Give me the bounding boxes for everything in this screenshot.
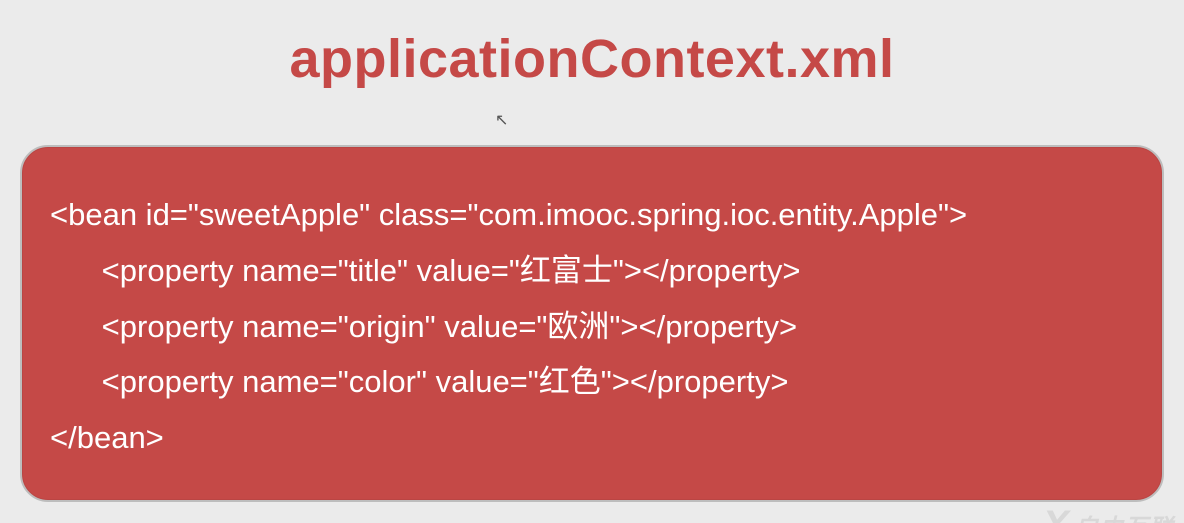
code-panel: <bean id="sweetApple" class="com.imooc.s… xyxy=(20,145,1164,502)
code-line-5: </bean> xyxy=(50,410,1134,466)
watermark-text: 自由互联 xyxy=(1074,508,1174,523)
watermark-x-icon: X xyxy=(1042,505,1070,523)
code-line-3: <property name="origin" value="欧洲"></pro… xyxy=(50,299,1134,355)
watermark: X 自由互联 @51CTO博客 xyxy=(1042,505,1174,523)
mouse-cursor-icon: ↖ xyxy=(495,110,508,130)
page-title: applicationContext.xml xyxy=(0,28,1184,90)
code-line-4: <property name="color" value="红色"></prop… xyxy=(50,354,1134,410)
code-line-1: <bean id="sweetApple" class="com.imooc.s… xyxy=(50,187,1134,243)
code-line-2: <property name="title" value="红富士"></pro… xyxy=(50,243,1134,299)
